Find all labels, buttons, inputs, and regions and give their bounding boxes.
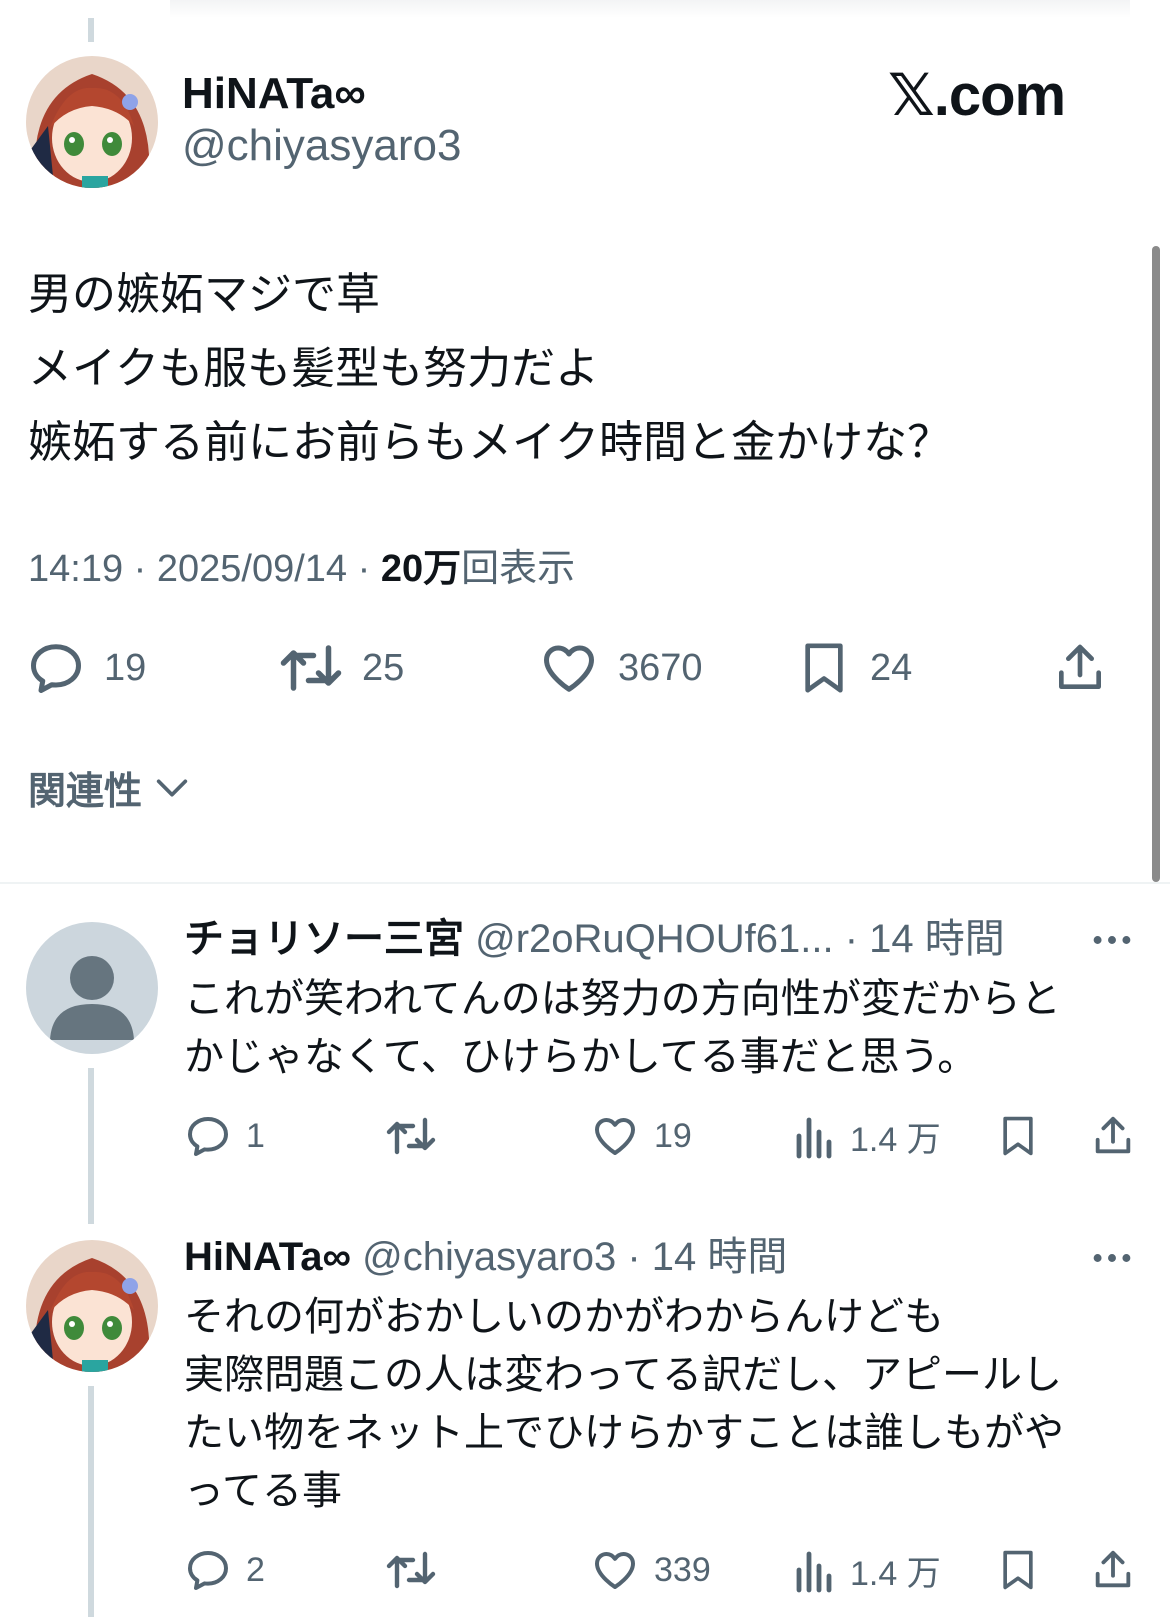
view-count: 1.4 万 (850, 1120, 941, 1159)
bookmark-icon (1003, 1550, 1033, 1590)
reply-line: それの何がおかしいのかがわからんけども (184, 1295, 944, 1339)
default-avatar[interactable] (26, 922, 158, 1054)
chevron-down-icon (156, 779, 188, 796)
more-icon (1093, 936, 1131, 944)
reply-line: ってる事 (184, 1469, 342, 1513)
reply-icon (31, 644, 81, 693)
reply-handle[interactable]: @r2oRuQHOUf61... (475, 917, 834, 961)
reply-repost-button[interactable] (384, 1546, 438, 1594)
tweet-date[interactable]: 2025/09/14 (157, 548, 347, 590)
brand-logo: 𝕏.com (888, 63, 1066, 128)
reply-icon (188, 1117, 228, 1156)
reply-text: それの何がおかしいのかがわからんけども 実際問題この人は変わってる訳だし、アピー… (184, 1288, 1064, 1520)
meta-separator: · (616, 1235, 652, 1279)
tweet-time[interactable]: 14:19 (28, 548, 123, 590)
like-button[interactable]: 3670 (538, 638, 703, 698)
reply-icon (188, 1551, 228, 1590)
reply-line: これが笑われてんのは努力の方向性が変だからと (184, 977, 1061, 1021)
top-edge (170, 0, 1130, 18)
meta-separator: · (347, 548, 381, 590)
reply-bookmark-button[interactable] (996, 1112, 1040, 1160)
views-icon (796, 1551, 832, 1593)
reply-count: 2 (246, 1550, 265, 1589)
reply-header: チョリソー三宮 @r2oRuQHOUf61... · 14 時間 (184, 914, 1064, 964)
reply-views-button[interactable]: 1.4 万 (794, 1546, 941, 1594)
bookmark-icon (805, 643, 843, 693)
more-icon (1093, 1254, 1131, 1262)
reply-share-button[interactable] (1090, 1112, 1136, 1160)
tweet-line: 嫉妬する前にお前らもメイク時間と金かけな？ (28, 418, 952, 467)
like-icon (595, 1552, 635, 1589)
meta-separator: · (833, 917, 870, 961)
reply-handle[interactable]: @chiyasyaro3 (362, 1235, 616, 1279)
reply-button[interactable]: 19 (26, 638, 146, 698)
like-count: 339 (654, 1550, 711, 1589)
bookmark-count: 24 (870, 646, 913, 689)
repost-icon (280, 645, 342, 691)
avatar[interactable] (26, 56, 158, 188)
view-count: 1.4 万 (850, 1554, 941, 1593)
handle[interactable]: @chiyasyaro3 (182, 120, 461, 172)
reply-count: 19 (104, 646, 147, 689)
sort-label: 関連性 (28, 771, 143, 813)
more-button[interactable] (1090, 922, 1134, 963)
reply-time[interactable]: 14 時間 (869, 917, 1005, 961)
reply-reply-button[interactable]: 1 (184, 1112, 265, 1160)
reply-reply-button[interactable]: 2 (184, 1546, 265, 1594)
repost-icon (386, 1551, 436, 1589)
repost-button[interactable]: 25 (278, 638, 404, 698)
more-button[interactable] (1090, 1240, 1134, 1281)
meta-separator: · (123, 548, 157, 590)
divider (0, 882, 1170, 884)
reply-like-button[interactable]: 19 (590, 1112, 692, 1160)
share-icon (1095, 1116, 1131, 1154)
scrollbar[interactable] (1152, 246, 1160, 882)
reply-line: たい物をネット上でひけらかすことは誰しもがや (184, 1411, 1064, 1455)
repost-icon (386, 1117, 436, 1155)
thread-line (88, 1068, 94, 1224)
views-count: 20万 (380, 548, 462, 590)
share-button[interactable] (1052, 638, 1108, 698)
reply-display-name[interactable]: チョリソー三宮 (184, 917, 464, 961)
reply-repost-button[interactable] (384, 1112, 438, 1160)
repost-count: 25 (362, 646, 405, 689)
tweet-meta: 14:19 · 2025/09/14 · 20万回表示 (28, 546, 575, 592)
like-count: 3670 (618, 646, 703, 689)
reply-text: これが笑われてんのは努力の方向性が変だからと かじゃなくて、ひけらかしてる事だと… (184, 970, 1061, 1086)
reply-line: かじゃなくて、ひけらかしてる事だと思う。 (184, 1035, 978, 1079)
tweet-line: 男の嫉妬マジで草 (28, 270, 380, 319)
avatar[interactable] (26, 1240, 158, 1372)
reply-views-button[interactable]: 1.4 万 (794, 1112, 941, 1160)
reply-count: 1 (246, 1116, 265, 1155)
thread-line-top (88, 18, 94, 42)
sort-dropdown[interactable]: 関連性 (28, 760, 192, 815)
tweet-line: メイクも服も髪型も努力だよ (28, 344, 600, 393)
display-name[interactable]: HiNATa∞ (182, 68, 366, 120)
views-icon (796, 1117, 832, 1159)
bookmark-icon (1003, 1116, 1033, 1156)
views-label: 回表示 (461, 548, 576, 590)
reply-like-button[interactable]: 339 (590, 1546, 711, 1594)
reply-header: HiNATa∞ @chiyasyaro3 · 14 時間 (184, 1232, 1064, 1282)
share-icon (1059, 644, 1101, 689)
reply-time[interactable]: 14 時間 (652, 1235, 788, 1279)
bookmark-button[interactable]: 24 (796, 638, 912, 698)
reply-display-name[interactable]: HiNATa∞ (184, 1235, 351, 1279)
share-icon (1095, 1550, 1131, 1588)
reply-line: 実際問題この人は変わってる訳だし、アピールし (184, 1353, 1062, 1397)
like-icon (544, 645, 594, 692)
reply-bookmark-button[interactable] (996, 1546, 1040, 1594)
like-count: 19 (654, 1116, 692, 1155)
like-icon (595, 1118, 635, 1155)
tweet-text: 男の嫉妬マジで草 メイクも服も髪型も努力だよ 嫉妬する前にお前らもメイク時間と金… (28, 258, 951, 480)
reply-share-button[interactable] (1090, 1546, 1136, 1594)
thread-line (88, 1386, 94, 1617)
